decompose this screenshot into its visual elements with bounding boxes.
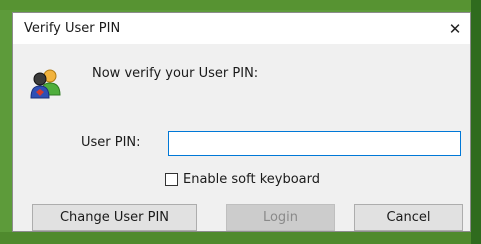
desktop-background-right bbox=[471, 0, 481, 244]
dialog-title: Verify User PIN bbox=[24, 21, 121, 36]
dialog-titlebar: Verify User PIN ✕ bbox=[13, 13, 470, 44]
user-head-front bbox=[33, 72, 47, 86]
login-button[interactable]: Login bbox=[226, 204, 335, 231]
user-pin-input[interactable] bbox=[168, 131, 461, 156]
users-icon bbox=[30, 69, 61, 99]
verify-pin-dialog: Verify User PIN ✕ Now verify your User P… bbox=[12, 12, 471, 232]
desktop-background-bottom bbox=[0, 232, 481, 244]
cancel-button[interactable]: Cancel bbox=[354, 204, 463, 231]
desktop-background-top bbox=[0, 0, 481, 10]
soft-keyboard-option[interactable]: Enable soft keyboard bbox=[165, 171, 320, 187]
user-pin-label: User PIN: bbox=[81, 135, 141, 150]
soft-keyboard-checkbox[interactable] bbox=[165, 172, 178, 186]
soft-keyboard-label[interactable]: Enable soft keyboard bbox=[183, 172, 320, 187]
close-icon[interactable]: ✕ bbox=[443, 18, 467, 40]
verify-prompt: Now verify your User PIN: bbox=[92, 66, 259, 81]
change-user-pin-button[interactable]: Change User PIN bbox=[32, 204, 197, 231]
